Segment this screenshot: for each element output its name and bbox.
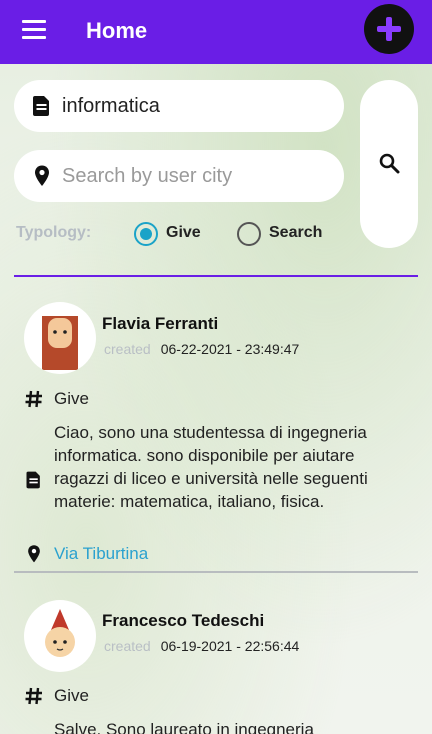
avatar xyxy=(24,302,96,374)
app-bar: Home xyxy=(0,0,432,64)
post-description: Salve, Sono laureato in ingegneria xyxy=(54,720,314,734)
search-button[interactable] xyxy=(360,80,418,248)
document-icon xyxy=(33,96,49,116)
post-typology: Give xyxy=(54,686,89,705)
typology-row: Typology: Give Search xyxy=(16,222,346,246)
author-name: Francesco Tedeschi xyxy=(102,611,265,630)
avatar xyxy=(24,600,96,672)
radio-give-label[interactable]: Give xyxy=(166,224,201,242)
magnifier-icon xyxy=(379,153,400,174)
document-icon xyxy=(26,471,40,489)
radio-search-label[interactable]: Search xyxy=(269,224,322,242)
add-post-button[interactable] xyxy=(364,4,414,54)
author-name: Flavia Ferranti xyxy=(102,314,219,333)
location-pin-icon xyxy=(28,545,40,563)
section-divider xyxy=(14,275,418,277)
page-title: Home xyxy=(86,18,148,43)
query-field[interactable] xyxy=(14,80,344,132)
street-link[interactable]: Via Tiburtina xyxy=(54,544,148,564)
hamburger-menu-icon[interactable] xyxy=(22,20,46,40)
city-search-input[interactable] xyxy=(62,150,332,202)
city-field[interactable] xyxy=(14,150,344,202)
created-timestamp: created 06-22-2021 - 23:49:47 xyxy=(104,341,300,357)
query-input[interactable] xyxy=(62,80,332,132)
hashtag-icon xyxy=(25,687,42,705)
typology-label: Typology: xyxy=(16,224,92,241)
post-typology: Give xyxy=(54,389,89,408)
radio-search[interactable] xyxy=(237,222,261,246)
location-pin-icon xyxy=(35,165,49,186)
created-timestamp: created 06-19-2021 - 22:56:44 xyxy=(104,638,300,654)
post-divider xyxy=(14,571,418,573)
hashtag-icon xyxy=(25,390,42,408)
radio-give[interactable] xyxy=(134,222,158,246)
post-description: Ciao, sono una studentessa di ingegneria… xyxy=(54,423,368,511)
